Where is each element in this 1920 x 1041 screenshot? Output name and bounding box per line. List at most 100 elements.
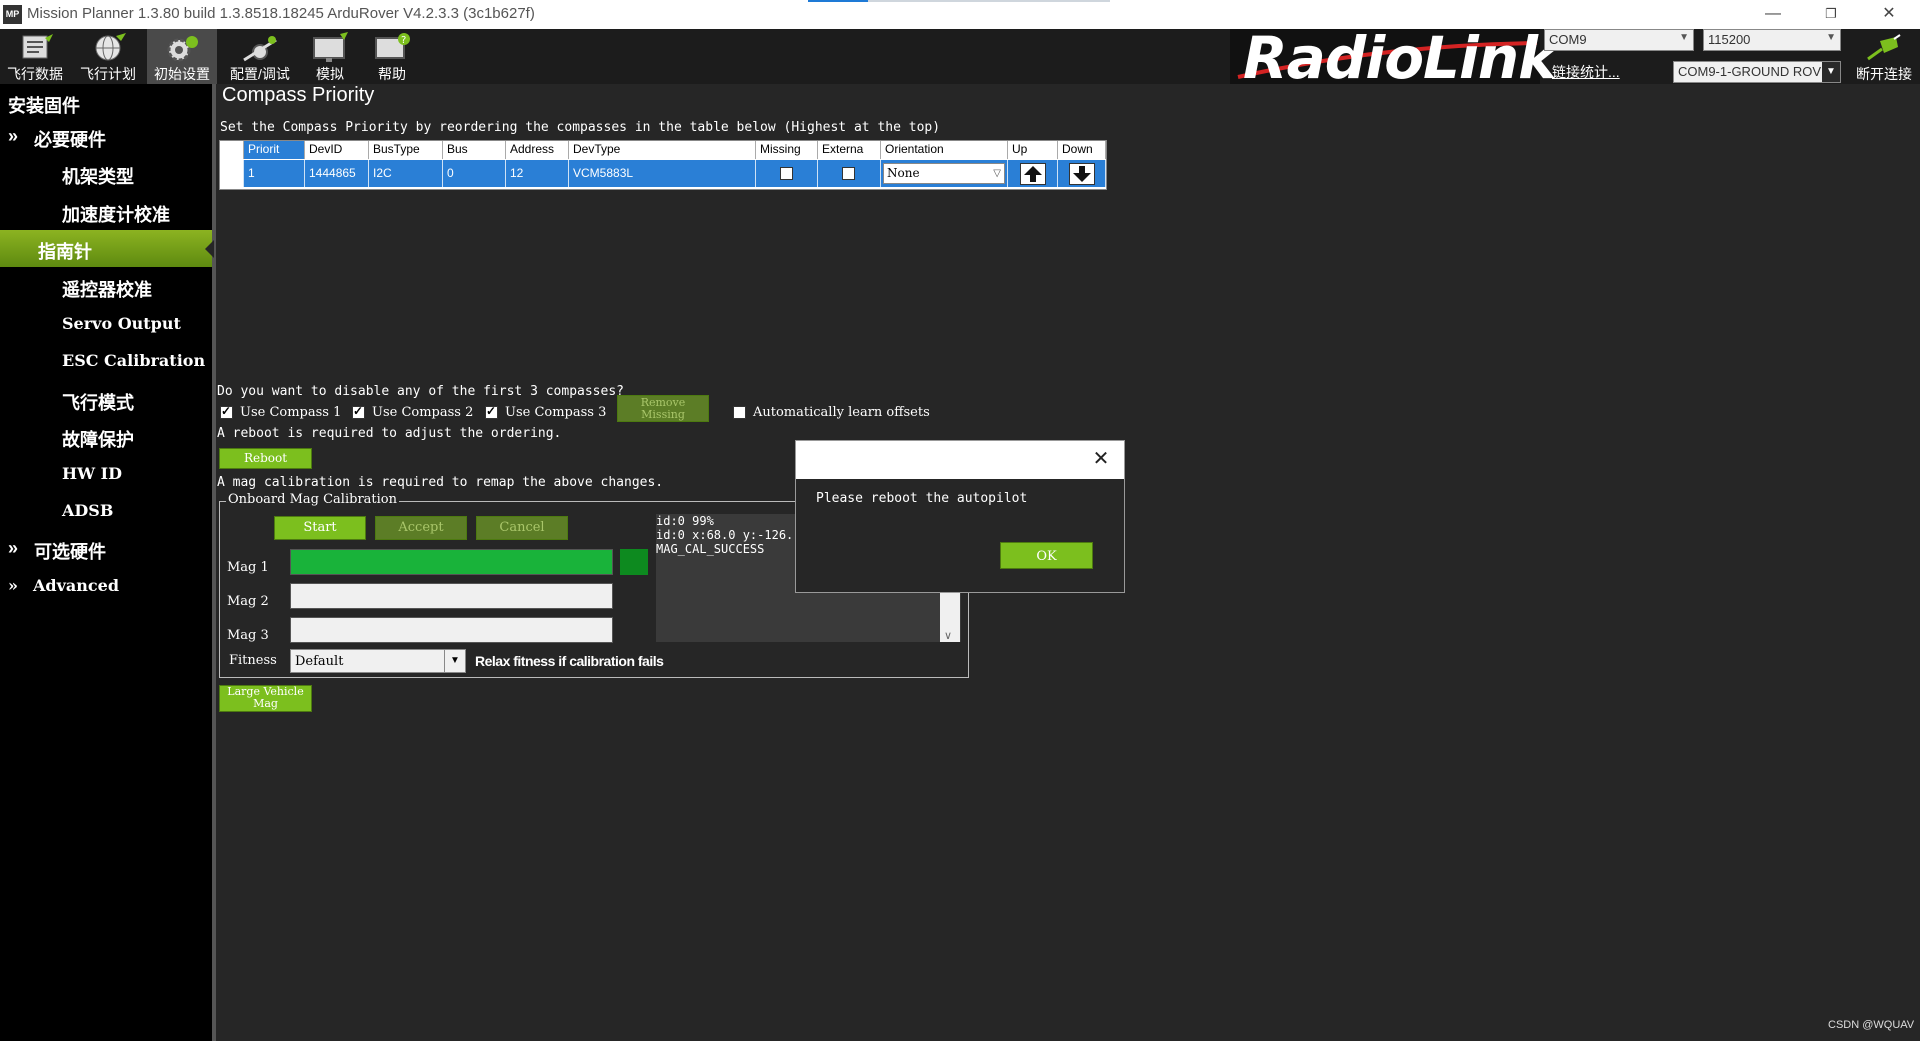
orientation-select[interactable]: None ▽: [883, 163, 1005, 184]
baud-select[interactable]: 115200 ▼: [1703, 29, 1841, 51]
watermark-text: CSDN @WQUAV: [1828, 1019, 1915, 1031]
sidebar-item-optional-hardware[interactable]: » 可选硬件: [0, 530, 212, 567]
mag3-label: Mag 3: [227, 628, 269, 643]
link-stats-link[interactable]: 链接统计...: [1552, 62, 1620, 82]
sidebar-item-compass[interactable]: 指南针: [0, 230, 214, 267]
accept-button[interactable]: Accept: [375, 516, 467, 540]
fitness-label: Fitness: [229, 653, 277, 668]
close-button[interactable]: ✕: [1860, 0, 1918, 29]
cell-priority[interactable]: 1: [244, 160, 305, 187]
cell-external: [818, 160, 881, 187]
help-icon: ?: [375, 33, 410, 59]
sidebar-item-label: 安装固件: [8, 96, 80, 116]
sidebar-item-adsb[interactable]: ADSB: [0, 493, 212, 530]
sidebar-item-flight-modes[interactable]: 飞行模式: [0, 381, 212, 418]
toolbar-simulation-button[interactable]: 模拟: [295, 29, 365, 84]
reboot-button[interactable]: Reboot: [219, 448, 312, 469]
cell-devid[interactable]: 1444865: [305, 160, 369, 187]
cell-address[interactable]: 12: [506, 160, 569, 187]
window-title: Mission Planner 1.3.80 build 1.3.8518.18…: [27, 5, 535, 22]
chevron-down-icon: ∨: [944, 630, 953, 642]
sidebar-install-firmware[interactable]: 安装固件: [0, 84, 212, 121]
use-compass-2-label: Use Compass 2: [372, 405, 474, 420]
toolbar-label: 飞行计划: [80, 66, 136, 82]
col-header-bus[interactable]: Bus: [443, 141, 506, 159]
disable-question: Do you want to disable any of the first …: [217, 384, 624, 399]
cancel-button[interactable]: Cancel: [476, 516, 568, 540]
onboard-mag-calibration-title: Onboard Mag Calibration: [226, 492, 399, 507]
sidebar-item-label: HW ID: [62, 464, 123, 483]
sidebar-item-mandatory-hardware[interactable]: » 必要硬件: [0, 118, 212, 155]
use-compass-1-checkbox[interactable]: [220, 404, 233, 419]
cell-orientation: None ▽: [881, 160, 1008, 187]
initial-setup-icon: [167, 36, 198, 62]
toolbar-initial-setup-button[interactable]: 初始设置: [147, 29, 217, 84]
expand-icon: »: [8, 576, 18, 595]
large-vehicle-mag-button[interactable]: Large Vehicle Mag: [219, 685, 312, 712]
fitness-select[interactable]: Default ▼: [290, 649, 466, 673]
expand-icon: »: [8, 538, 19, 558]
sidebar-item-servo-output[interactable]: Servo Output: [0, 306, 212, 343]
toolbar-help-button[interactable]: ? 帮助: [357, 29, 427, 84]
cell-down: [1058, 160, 1106, 187]
use-compass-2-checkbox[interactable]: [352, 404, 365, 419]
flight-plan-icon: [95, 33, 126, 61]
log-scrollbar[interactable]: ∨: [940, 592, 960, 642]
connection-select[interactable]: COM9-1-GROUND ROV ▼: [1673, 61, 1841, 83]
sidebar-item-label: 可选硬件: [34, 542, 106, 562]
sidebar-item-label: 飞行模式: [62, 393, 134, 413]
toolbar-flight-data-button[interactable]: 飞行数据: [0, 29, 70, 84]
cell-bus[interactable]: 0: [443, 160, 506, 187]
remove-missing-button[interactable]: Remove Missing: [617, 395, 709, 422]
missing-checkbox[interactable]: [780, 167, 793, 180]
sidebar-item-label: Advanced: [33, 576, 120, 595]
port-select[interactable]: COM9 ▼: [1544, 29, 1694, 51]
col-header-up[interactable]: Up: [1008, 141, 1058, 159]
col-header-bustype[interactable]: BusType: [369, 141, 443, 159]
use-compass-3-checkbox[interactable]: [485, 404, 498, 419]
col-header-priority[interactable]: Priorit: [244, 141, 305, 159]
title-accent: [808, 0, 868, 2]
sidebar-item-advanced[interactable]: » Advanced: [0, 568, 212, 605]
col-header-missing[interactable]: Missing: [756, 141, 818, 159]
ok-button[interactable]: OK: [1000, 542, 1093, 569]
col-header-orientation[interactable]: Orientation: [881, 141, 1008, 159]
external-checkbox[interactable]: [842, 167, 855, 180]
expand-icon: »: [8, 126, 19, 146]
close-icon[interactable]: ✕: [1088, 446, 1114, 472]
restore-button[interactable]: ❐: [1802, 0, 1860, 29]
reboot-dialog: ✕ Please reboot the autopilot OK: [795, 440, 1125, 593]
col-header-down[interactable]: Down: [1058, 141, 1106, 159]
cell-devtype[interactable]: VCM5883L: [569, 160, 756, 187]
sidebar-item-label: ADSB: [62, 501, 114, 520]
auto-learn-checkbox[interactable]: [733, 406, 746, 419]
sidebar-item-accel-calibration[interactable]: 加速度计校准: [0, 193, 212, 230]
chevron-down-icon: ▼: [1679, 32, 1689, 43]
dialog-header: [796, 441, 1124, 479]
sidebar-item-hw-id[interactable]: HW ID: [0, 456, 212, 493]
sidebar-item-radio-calibration[interactable]: 遥控器校准: [0, 268, 212, 305]
col-header-devid[interactable]: DevID: [305, 141, 369, 159]
sidebar-item-label: ESC Calibration: [62, 351, 206, 370]
sidebar-item-frame-type[interactable]: 机架类型: [0, 155, 212, 192]
toolbar-flight-plan-button[interactable]: 飞行计划: [73, 29, 143, 84]
sidebar-item-label: 必要硬件: [34, 130, 106, 150]
col-header-devtype[interactable]: DevType: [569, 141, 756, 159]
row-selector[interactable]: [220, 160, 244, 187]
sidebar-item-failsafe[interactable]: 故障保护: [0, 418, 212, 455]
chevron-down-icon: ▽: [993, 168, 1001, 179]
sidebar-item-esc-calibration[interactable]: ESC Calibration: [0, 343, 212, 380]
disconnect-button[interactable]: 断开连接: [1848, 29, 1920, 84]
col-header-external[interactable]: Externa: [818, 141, 881, 159]
move-down-button[interactable]: [1069, 163, 1095, 185]
chevron-down-icon: ▼: [444, 650, 465, 672]
fitness-value: Default: [295, 654, 344, 669]
move-up-button[interactable]: [1020, 163, 1046, 185]
col-header-address[interactable]: Address: [506, 141, 569, 159]
dialog-message: Please reboot the autopilot: [816, 491, 1028, 506]
start-button[interactable]: Start: [274, 516, 366, 540]
toolbar-config-button[interactable]: 配置/调试: [225, 29, 295, 84]
mag3-progress-bar: [290, 617, 613, 643]
minimize-button[interactable]: —: [1744, 0, 1802, 29]
cell-bustype[interactable]: I2C: [369, 160, 443, 187]
